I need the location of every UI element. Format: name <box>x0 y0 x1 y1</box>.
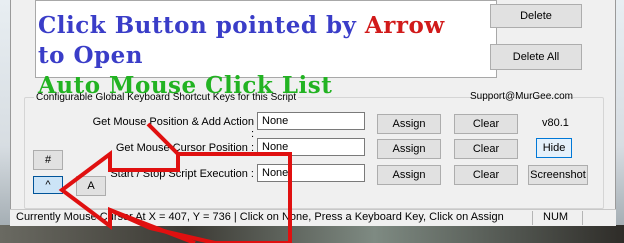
delete-button[interactable]: Delete <box>490 4 582 28</box>
overlay-line1-text: Click Button pointed by <box>38 12 365 39</box>
shortcut-row-label: Get Mouse Position & Add Action : <box>92 116 254 140</box>
status-message: Currently Mouse Cursor At X = 407, Y = 7… <box>16 211 504 223</box>
status-bar: Currently Mouse Cursor At X = 407, Y = 7… <box>10 209 616 226</box>
overlay-instruction-line3: Auto Mouse Click List <box>38 72 333 99</box>
shortcut-input-start-stop[interactable] <box>257 164 365 182</box>
support-email: Support@MurGee.com <box>470 91 573 102</box>
shortcut-input-cursor-position[interactable] <box>257 138 365 156</box>
overlay-instruction-line1: Click Button pointed by Arrow <box>38 14 445 38</box>
screenshot-button[interactable]: Screenshot <box>528 165 588 185</box>
hash-button[interactable]: # <box>33 150 63 170</box>
shortcut-row-label: Get Mouse Cursor Position : <box>115 142 254 154</box>
overlay-arrow-word: Arrow <box>364 12 445 39</box>
auto-mouse-click-list-button[interactable]: ^ <box>33 176 63 194</box>
num-lock-indicator: NUM <box>543 211 569 223</box>
shortcut-input-add-action[interactable] <box>257 112 365 130</box>
status-separator <box>532 211 533 225</box>
status-separator <box>582 211 583 225</box>
assign-button-start-stop[interactable]: Assign <box>377 165 441 185</box>
clear-button-cursor-position[interactable]: Clear <box>454 139 518 159</box>
assign-button-add-action[interactable]: Assign <box>377 114 441 134</box>
desktop-wallpaper-strip <box>0 225 624 243</box>
delete-all-button[interactable]: Delete All <box>490 44 582 70</box>
overlay-instruction-line2: to Open <box>38 42 143 69</box>
clear-button-add-action[interactable]: Clear <box>454 114 518 134</box>
a-button[interactable]: A <box>76 176 106 196</box>
assign-button-cursor-position[interactable]: Assign <box>377 139 441 159</box>
hide-button[interactable]: Hide <box>536 138 572 158</box>
version-label: v80.1 <box>542 117 569 129</box>
clear-button-start-stop[interactable]: Clear <box>454 165 518 185</box>
shortcut-row-label: Start / Stop Script Execution : <box>110 168 254 180</box>
